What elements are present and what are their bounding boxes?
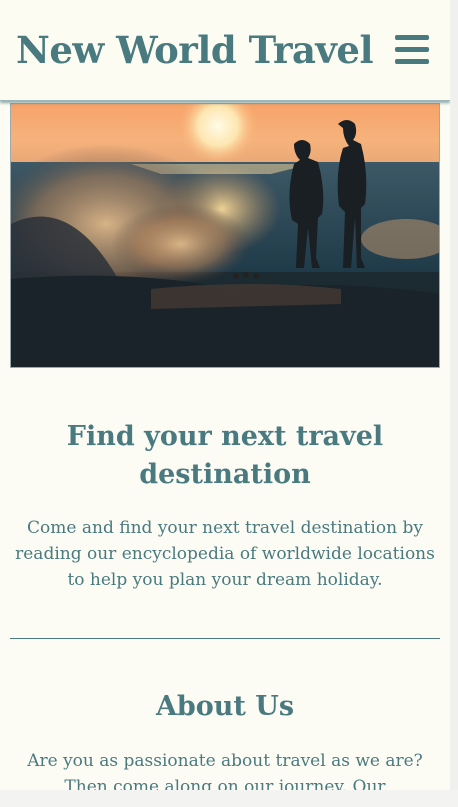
hero-image xyxy=(10,103,440,368)
beach-sunset-photo xyxy=(11,104,439,367)
about-text: Are you as passionate about travel as we… xyxy=(27,751,423,790)
site-header: New World Travel xyxy=(0,0,450,101)
intro-text: Come and find your next travel destinati… xyxy=(15,518,435,590)
page: New World Travel Find your next travel d… xyxy=(0,0,450,790)
hamburger-menu-icon[interactable] xyxy=(393,33,431,67)
site-title[interactable]: New World Travel xyxy=(16,27,374,73)
about-heading: About Us xyxy=(155,691,295,722)
intro-section: Find your next travel destination Come a… xyxy=(10,368,440,639)
vertical-scrollbar[interactable] xyxy=(450,0,458,790)
intro-heading: Find your next travel destination xyxy=(66,421,384,490)
about-section: About Us Are you as passionate about tra… xyxy=(10,640,440,790)
menu-bar xyxy=(395,47,429,52)
menu-bar xyxy=(395,35,429,40)
menu-bar xyxy=(395,59,429,64)
horizontal-scrollbar[interactable] xyxy=(0,790,458,807)
